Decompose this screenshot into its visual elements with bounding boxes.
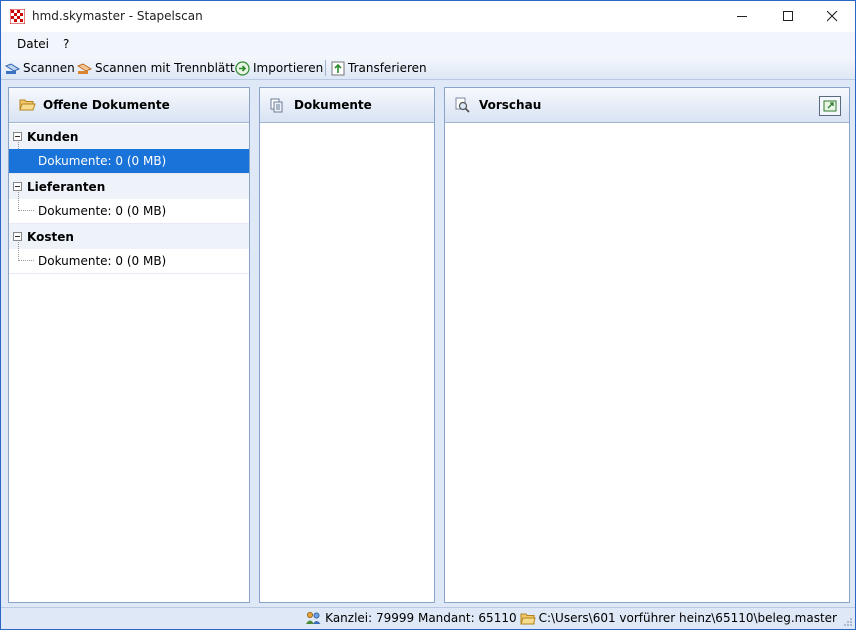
documents-icon: [270, 97, 288, 113]
import-button[interactable]: Importieren: [235, 59, 323, 77]
tree-group-label: Lieferanten: [27, 179, 106, 194]
tree-connector: [18, 242, 34, 261]
minimize-icon: [736, 16, 747, 17]
collapse-toggle-icon[interactable]: [13, 182, 22, 191]
documents-title: Dokumente: [294, 98, 372, 112]
folder-open-icon: [19, 97, 37, 113]
scanner-icon: [5, 62, 20, 74]
close-button[interactable]: [809, 1, 855, 32]
status-path: C:\Users\601 vorführer heinz\65110\beleg…: [538, 611, 837, 625]
close-icon: [826, 11, 837, 22]
preview-panel: Vorschau: [444, 87, 850, 603]
collapse-toggle-icon[interactable]: [13, 232, 22, 241]
preview-header: Vorschau: [445, 88, 849, 123]
app-window: hmd.skymaster - Stapelscan Datei ? Scann…: [0, 0, 856, 630]
open-documents-title: Offene Dokumente: [43, 98, 170, 112]
scan-separator-label: Scannen mit Trennblätter: [95, 61, 247, 75]
toolbar-separator: [325, 60, 326, 76]
document-group-tree: Kunden Dokumente: 0 (0 MB) Lieferanten D…: [9, 124, 249, 274]
maximize-button[interactable]: [765, 1, 811, 32]
folder-icon: [519, 613, 536, 624]
import-label: Importieren: [253, 61, 324, 75]
magnifier-icon: [455, 97, 473, 113]
status-bar: Kanzlei: 79999 Mandant: 65110 C:\Users\6…: [1, 607, 855, 629]
scanner-separator-icon: [77, 62, 92, 74]
title-bar[interactable]: hmd.skymaster - Stapelscan: [1, 1, 855, 32]
open-documents-header: Offene Dokumente: [9, 88, 249, 123]
maximize-icon: [782, 11, 793, 21]
tree-item-label: Dokumente: 0 (0 MB): [9, 149, 249, 173]
documents-header: Dokumente: [260, 88, 434, 123]
tree-item-label: Dokumente: 0 (0 MB): [38, 204, 167, 218]
tree-group-kosten[interactable]: Kosten: [9, 224, 249, 249]
resize-grip-icon[interactable]: [843, 617, 853, 627]
tree-group-label: Kosten: [27, 229, 74, 244]
menu-item-datei[interactable]: Datei: [17, 37, 49, 51]
status-kanzlei-mandant: Kanzlei: 79999 Mandant: 65110: [325, 611, 517, 625]
scan-button[interactable]: Scannen: [5, 59, 75, 77]
tree-item-kosten-documents[interactable]: Dokumente: 0 (0 MB): [9, 242, 249, 274]
transfer-button[interactable]: Transferieren: [331, 59, 427, 77]
external-window-icon: [823, 100, 837, 112]
scan-with-separator-button[interactable]: Scannen mit Trennblätter: [77, 59, 247, 77]
status-content: Kanzlei: 79999 Mandant: 65110 C:\Users\6…: [305, 611, 837, 625]
scan-label: Scannen: [23, 61, 75, 75]
upload-icon: [331, 61, 345, 75]
collapse-toggle-icon[interactable]: [13, 132, 22, 141]
tree-group-kunden[interactable]: Kunden: [9, 124, 249, 149]
users-icon: [306, 612, 321, 624]
tree-item-kunden-documents[interactable]: Dokumente: 0 (0 MB): [9, 142, 249, 174]
tree-item-lieferanten-documents[interactable]: Dokumente: 0 (0 MB): [9, 192, 249, 224]
menu-bar: Datei ?: [1, 32, 855, 56]
documents-panel: Dokumente: [259, 87, 435, 603]
arrow-right-circle-icon: [235, 60, 250, 76]
tree-group-label: Kunden: [27, 129, 79, 144]
preview-title: Vorschau: [479, 98, 542, 112]
minimize-button[interactable]: [719, 1, 765, 32]
open-documents-panel: Offene Dokumente Kunden Dokumente: 0 (0 …: [8, 87, 250, 603]
tree-connector: [18, 192, 34, 211]
open-preview-window-button[interactable]: [819, 96, 841, 116]
window-title: hmd.skymaster - Stapelscan: [32, 9, 203, 23]
transfer-label: Transferieren: [348, 61, 427, 75]
app-logo-icon: [10, 9, 25, 24]
tree-item-label: Dokumente: 0 (0 MB): [38, 254, 167, 268]
tree-group-lieferanten[interactable]: Lieferanten: [9, 174, 249, 199]
menu-item-help[interactable]: ?: [63, 37, 69, 51]
toolbar: Scannen Scannen mit Trennblätter Importi…: [1, 56, 855, 80]
